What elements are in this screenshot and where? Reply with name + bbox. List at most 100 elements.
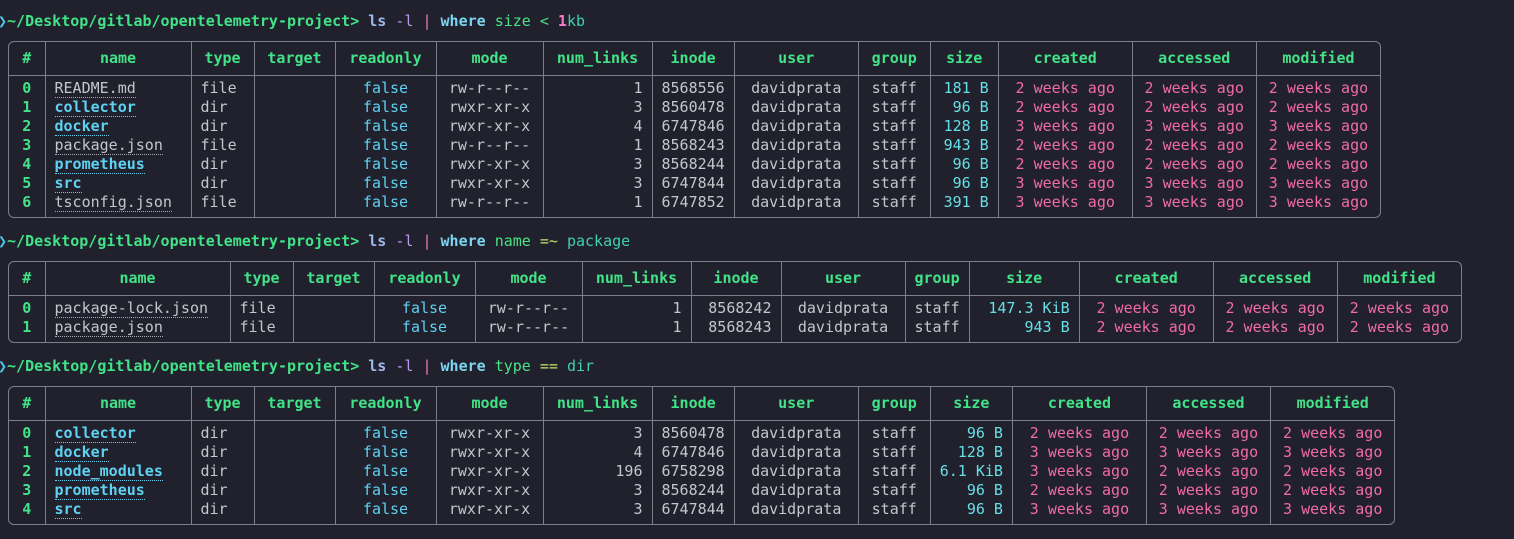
command-segment-op2: =~ xyxy=(531,232,558,250)
cell-num_links: 1 xyxy=(582,318,691,342)
cell-num_links: 3 xyxy=(543,481,652,500)
table-row: 4prometheusdirfalserwxr-xr-x38568244davi… xyxy=(9,155,1380,174)
cell-accessed: 2 weeks ago xyxy=(1132,98,1256,117)
table-row: 1dockerdirfalserwxr-xr-x46747846davidpra… xyxy=(9,443,1394,462)
cell-num_links: 3 xyxy=(543,500,652,524)
cell-size: 943 B xyxy=(930,136,998,155)
cell-readonly: false xyxy=(335,117,436,136)
cell-name: src xyxy=(45,500,191,524)
cell-mode: rw-r--r-- xyxy=(436,76,543,99)
cell-created: 2 weeks ago xyxy=(1079,296,1213,319)
cell-target xyxy=(254,174,335,193)
table-header-cell-user: user xyxy=(734,42,858,76)
cell-readonly: false xyxy=(335,174,436,193)
cell-group: staff xyxy=(858,421,930,444)
cell-mode: rw-r--r-- xyxy=(436,193,543,217)
cell-type: dir xyxy=(191,500,254,524)
cell-created: 3 weeks ago xyxy=(1012,462,1146,481)
command-line-1: ❯~/Desktop/gitlab/opentelemetry-project>… xyxy=(8,12,1514,32)
cell-modified: 2 weeks ago xyxy=(1337,296,1461,319)
cell-modified: 2 weeks ago xyxy=(1270,462,1394,481)
table-header-cell-name: name xyxy=(45,387,191,421)
cell-mode: rwxr-xr-x xyxy=(436,155,543,174)
cell-group: staff xyxy=(858,462,930,481)
table-header-cell-inode: inode xyxy=(652,42,734,76)
cell-readonly: false xyxy=(335,136,436,155)
cell-name: README.md xyxy=(45,76,191,99)
cell-index: 5 xyxy=(9,174,45,193)
command-segment-unit: kb xyxy=(567,12,585,30)
cell-modified: 3 weeks ago xyxy=(1256,174,1380,193)
cell-type: file xyxy=(191,136,254,155)
table-header-cell-size: size xyxy=(969,262,1079,296)
cell-readonly: false xyxy=(335,98,436,117)
cell-created: 3 weeks ago xyxy=(1012,500,1146,524)
cell-num_links: 1 xyxy=(582,296,691,319)
table-row: 2node_modulesdirfalserwxr-xr-x1966758298… xyxy=(9,462,1394,481)
table-header-cell-modified: modified xyxy=(1337,262,1461,296)
table-header-cell-name: name xyxy=(45,262,230,296)
command-segment-flag: -l xyxy=(386,232,413,250)
cell-accessed: 2 weeks ago xyxy=(1213,296,1337,319)
command-segment-field: name xyxy=(486,232,531,250)
cell-size: 128 B xyxy=(930,117,998,136)
cell-index: 2 xyxy=(9,462,45,481)
cell-accessed: 2 weeks ago xyxy=(1213,318,1337,342)
cell-readonly: false xyxy=(335,481,436,500)
command-segment-binary: ls xyxy=(359,232,386,250)
file-name: package.json xyxy=(55,318,163,337)
dir-name: collector xyxy=(55,98,136,117)
cell-index: 4 xyxy=(9,155,45,174)
cell-user: davidprata xyxy=(734,421,858,444)
cell-name: docker xyxy=(45,117,191,136)
file-name: package-lock.json xyxy=(55,299,209,318)
cell-inode: 8568242 xyxy=(691,296,781,319)
cell-mode: rwxr-xr-x xyxy=(436,174,543,193)
command-segment-keyword: where xyxy=(431,357,485,375)
table-header-cell-num_links: num_links xyxy=(543,42,652,76)
table-header-cell-readonly: readonly xyxy=(335,387,436,421)
dir-name: node_modules xyxy=(55,462,163,481)
cell-group: staff xyxy=(858,136,930,155)
dir-name: src xyxy=(55,174,82,193)
cell-mode: rwxr-xr-x xyxy=(436,481,543,500)
cell-num_links: 1 xyxy=(543,193,652,217)
cell-group: staff xyxy=(858,481,930,500)
cell-name: collector xyxy=(45,98,191,117)
cell-name: src xyxy=(45,174,191,193)
prompt-arrow-icon: ❯ xyxy=(0,357,7,375)
cell-size: 96 B xyxy=(930,155,998,174)
table-header-cell-readonly: readonly xyxy=(374,262,475,296)
prompt-arrow-icon: ❯ xyxy=(0,12,7,30)
cell-user: davidprata xyxy=(734,76,858,99)
cell-num_links: 3 xyxy=(543,155,652,174)
table-header-cell-modified: modified xyxy=(1270,387,1394,421)
table-header-row: #nametypetargetreadonlymodenum_linksinod… xyxy=(9,262,1461,296)
ls-table-2: #nametypetargetreadonlymodenum_linksinod… xyxy=(8,261,1462,343)
cell-type: dir xyxy=(191,481,254,500)
cell-type: file xyxy=(230,318,293,342)
cell-name: collector xyxy=(45,421,191,444)
command-line-3: ❯~/Desktop/gitlab/opentelemetry-project>… xyxy=(8,357,1514,377)
cell-inode: 6747846 xyxy=(652,117,734,136)
table-header-cell-accessed: accessed xyxy=(1213,262,1337,296)
cell-group: staff xyxy=(858,98,930,117)
command-segment-value: dir xyxy=(558,357,594,375)
table-header-cell-modified: modified xyxy=(1256,42,1380,76)
table-row: 6tsconfig.jsonfilefalserw-r--r--16747852… xyxy=(9,193,1380,217)
cell-type: file xyxy=(191,193,254,217)
table-header-cell-num_links: num_links xyxy=(582,262,691,296)
cell-modified: 2 weeks ago xyxy=(1256,155,1380,174)
cell-group: staff xyxy=(858,193,930,217)
cell-inode: 8568244 xyxy=(652,481,734,500)
cell-type: dir xyxy=(191,421,254,444)
command-segment-op: < xyxy=(531,12,549,30)
cell-target xyxy=(254,76,335,99)
cell-created: 2 weeks ago xyxy=(998,155,1132,174)
table-header-row: #nametypetargetreadonlymodenum_linksinod… xyxy=(9,42,1380,76)
cell-user: davidprata xyxy=(734,443,858,462)
command-segment-field: type xyxy=(486,357,531,375)
cell-name: package-lock.json xyxy=(45,296,230,319)
table-header-cell-accessed: accessed xyxy=(1132,42,1256,76)
cell-group: staff xyxy=(858,76,930,99)
